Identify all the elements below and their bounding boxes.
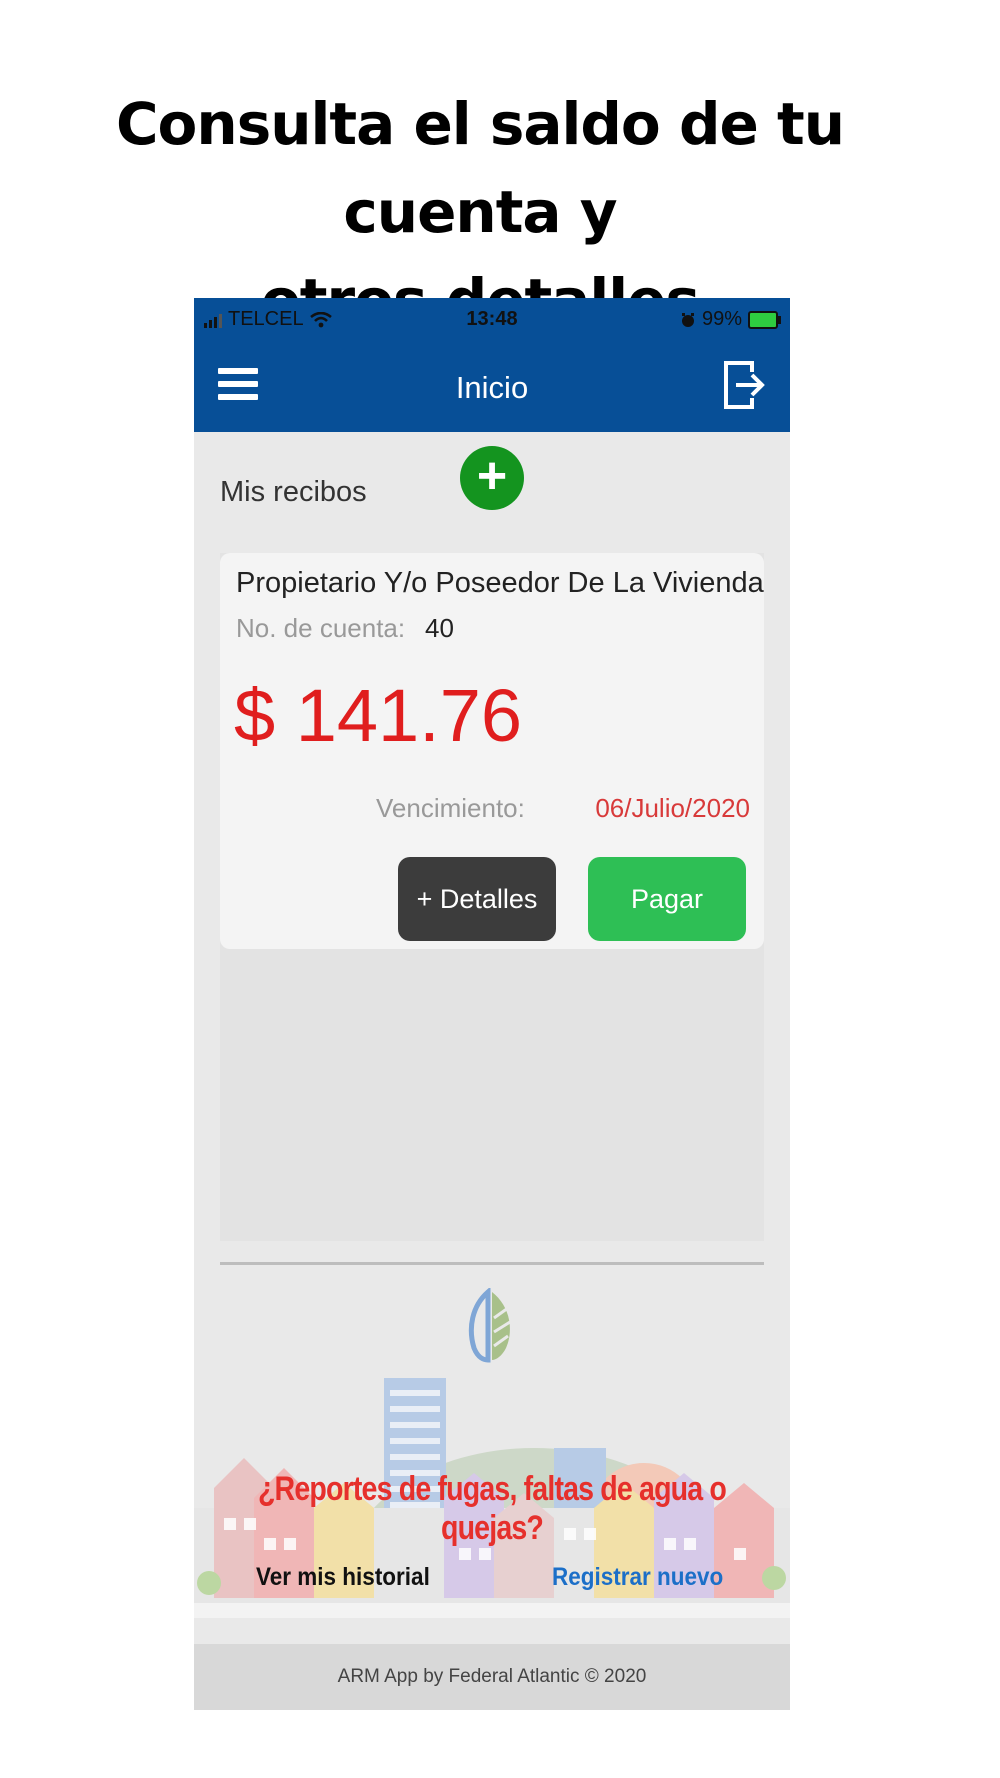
due-label: Vencimiento:: [376, 793, 525, 823]
logout-icon[interactable]: [722, 358, 766, 412]
water-leaf-logo: [468, 1288, 511, 1363]
history-link[interactable]: Ver mis historial: [256, 1563, 430, 1592]
details-button[interactable]: + Detalles: [398, 857, 556, 941]
status-bar: TELCEL 13:48 99%: [194, 298, 790, 340]
plus-icon: +: [476, 447, 508, 505]
battery-icon: [748, 310, 781, 329]
owner-name: Propietario Y/o Poseedor De La Vivienda: [236, 567, 764, 599]
divider: [220, 1262, 764, 1265]
navbar: Inicio: [194, 340, 790, 432]
status-right: 99%: [680, 308, 781, 331]
section-title-receipts: Mis recibos: [220, 476, 367, 508]
receipt-card: Propietario Y/o Poseedor De La Vivienda …: [220, 553, 764, 949]
battery-percent: 99%: [701, 308, 742, 330]
phone-screen: TELCEL 13:48 99% Inicio Mis recibos + Pr…: [194, 298, 790, 1710]
report-question: ¿Reportes de fugas, faltas de agua o que…: [257, 1470, 727, 1547]
register-link[interactable]: Registrar nuevo: [552, 1563, 723, 1592]
due-date: 06/Julio/2020: [595, 793, 750, 823]
balance-amount: $ 141.76: [234, 674, 523, 757]
page-title: Inicio: [455, 370, 529, 405]
alarm-icon: [681, 312, 694, 327]
account-value: 40: [425, 613, 454, 643]
pay-button[interactable]: Pagar: [588, 857, 746, 941]
headline-line-1: Consulta el saldo de tu cuenta y: [115, 90, 845, 246]
add-receipt-button[interactable]: +: [460, 446, 524, 510]
account-label: No. de cuenta:: [236, 613, 406, 643]
footer-credits: ARM App by Federal Atlantic © 2020: [194, 1644, 790, 1710]
